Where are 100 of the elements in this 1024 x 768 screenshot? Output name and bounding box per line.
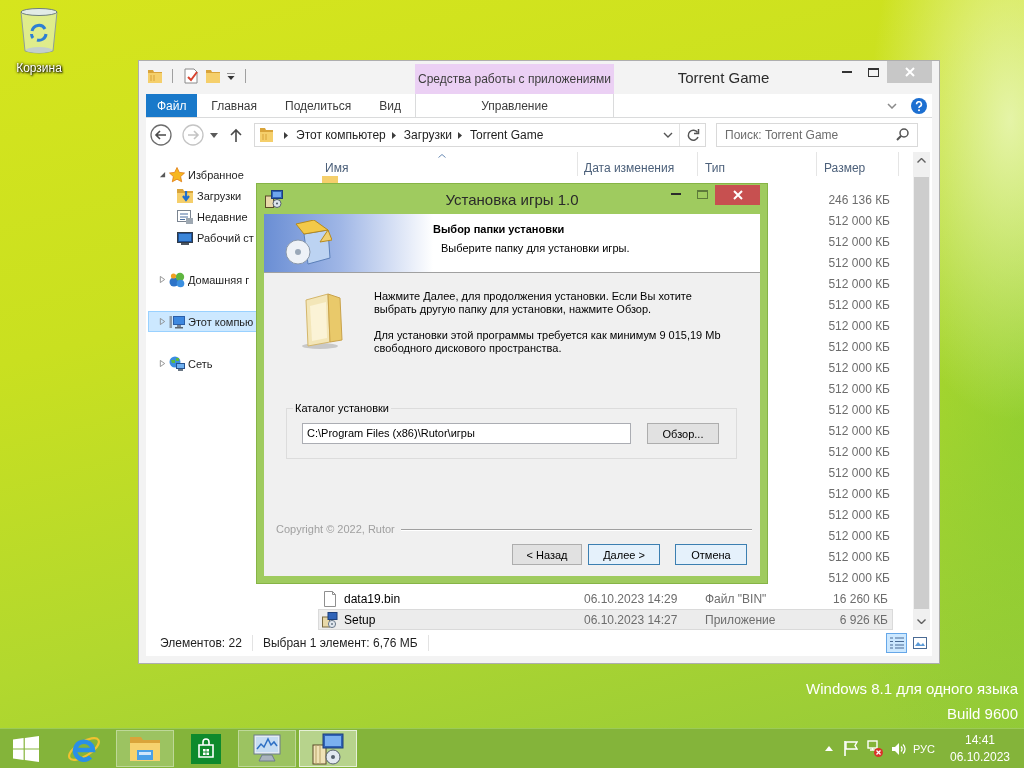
file-row[interactable]: 512 000 КБ <box>818 273 893 294</box>
file-row[interactable]: 512 000 КБ <box>818 294 893 315</box>
browse-button[interactable]: Обзор... <box>647 423 719 444</box>
ribbon-tab[interactable]: Главная <box>197 94 271 117</box>
nav-item[interactable]: Рабочий ст <box>148 227 306 248</box>
globe-monitor-icon <box>169 355 185 372</box>
selection-info: Выбран 1 элемент: 6,76 МБ <box>262 636 418 650</box>
nav-item[interactable]: Избранное <box>148 164 306 185</box>
next-button[interactable]: Далее > <box>588 544 660 565</box>
file-row[interactable]: 512 000 КБ <box>818 336 893 357</box>
package-disc-icon <box>265 190 283 208</box>
breadcrumb-item[interactable]: Этот компьютер <box>294 128 388 142</box>
folder-icon[interactable] <box>148 69 162 83</box>
breadcrumb-arrow-icon[interactable] <box>458 131 463 139</box>
item-count: Элементов: 22 <box>160 636 242 650</box>
scrollbar[interactable] <box>913 152 930 630</box>
desktop-icon-label: Корзина <box>16 61 62 75</box>
file-row[interactable]: 512 000 КБ <box>818 441 893 462</box>
size-cell: 6 926 КБ <box>839 612 888 627</box>
picture-view-icon <box>912 637 927 649</box>
search-icon[interactable] <box>896 128 909 141</box>
context-tab-header: Средства работы с приложениями <box>415 64 614 94</box>
file-row[interactable]: 512 000 КБ <box>818 504 893 525</box>
file-row[interactable]: 512 000 КБ <box>818 357 893 378</box>
file-row[interactable]: 512 000 КБ <box>818 567 893 588</box>
close-button[interactable] <box>715 185 760 205</box>
expand-arrow-icon[interactable] <box>159 171 166 178</box>
search-field[interactable]: Поиск: Torrent Game <box>716 123 918 147</box>
nav-item[interactable]: Домашняя г <box>148 269 306 290</box>
nav-item[interactable]: Сеть <box>148 353 306 374</box>
size-cell: 512 000 КБ <box>828 255 890 270</box>
file-row[interactable]: 512 000 КБ <box>818 525 893 546</box>
package-disc-icon <box>312 732 344 765</box>
edition-text: Windows 8.1 для одного языка <box>806 679 1018 699</box>
file-menu-button[interactable]: Файл <box>146 94 198 117</box>
file-row[interactable]: 512 000 КБ <box>818 378 893 399</box>
nav-item[interactable]: Недавние <box>148 206 306 227</box>
column-header[interactable]: Дата изменения <box>578 152 698 176</box>
scroll-up-icon[interactable] <box>917 158 926 163</box>
context-ribbon-tab[interactable]: Управление <box>415 94 614 117</box>
breadcrumb-arrow-icon[interactable] <box>391 131 396 139</box>
dialog-title: Установка игры 1.0 <box>445 190 579 208</box>
scrollbar-thumb[interactable] <box>914 177 929 609</box>
file-row[interactable]: 512 000 КБ <box>818 231 893 252</box>
checked-document-icon[interactable] <box>183 68 199 84</box>
size-cell: 512 000 КБ <box>828 465 890 480</box>
file-row[interactable]: 512 000 КБ <box>818 399 893 420</box>
column-header[interactable]: Тип <box>698 152 817 176</box>
instruction-text: Нажмите Далее, для продолжения установки. Если Вы хотите выбрать другую папку для установки, нажмите Обзор. <box>374 290 693 316</box>
cancel-button[interactable]: Отмена <box>675 544 747 565</box>
caret-down-icon[interactable] <box>227 72 235 80</box>
taskbar-button[interactable] <box>299 730 357 767</box>
file-row[interactable]: 246 136 КБ <box>818 189 893 210</box>
monitor-chart-icon <box>251 733 283 764</box>
date-cell: 06.10.2023 14:29 <box>584 591 678 606</box>
file-row[interactable]: 512 000 КБ <box>818 546 893 567</box>
size-cell: 512 000 КБ <box>828 444 890 459</box>
scroll-down-icon[interactable] <box>917 619 926 624</box>
recycle-bin-icon[interactable] <box>19 7 59 55</box>
four-panes-logo-icon <box>13 735 39 762</box>
download-folder-icon <box>177 187 193 204</box>
caret-up-icon <box>824 746 833 751</box>
nav-item[interactable]: Загрузки <box>148 185 306 206</box>
taskbar-button[interactable] <box>238 730 296 767</box>
file-row[interactable]: data19.bin 06.10.2023 14:29 Файл "BIN" 16 260 КБ <box>318 588 893 609</box>
file-row[interactable]: 512 000 КБ <box>818 462 893 483</box>
flag-icon <box>844 741 858 756</box>
file-row[interactable]: Setup 06.10.2023 14:27 Приложение 6 926 КБ <box>318 609 893 630</box>
breadcrumb-item[interactable]: Загрузки <box>401 128 455 142</box>
chevron-down-icon[interactable] <box>887 102 897 109</box>
file-row[interactable]: 512 000 КБ <box>818 420 893 441</box>
path-input[interactable]: C:\Program Files (x86)\Rutor\игры <box>302 423 631 444</box>
help-icon[interactable] <box>911 97 927 114</box>
ribbon-tab[interactable]: Поделиться <box>271 94 366 117</box>
close-icon <box>904 67 915 77</box>
back-button[interactable]: < Назад <box>512 544 582 565</box>
breadcrumb-arrow-icon[interactable] <box>284 131 288 139</box>
edition-text: Build 9600 <box>947 704 1018 724</box>
size-cell: 512 000 КБ <box>828 213 890 228</box>
ribbon-tab[interactable]: Вид <box>365 94 415 117</box>
file-row[interactable]: 512 000 КБ <box>818 483 893 504</box>
view-button[interactable] <box>886 633 907 653</box>
breadcrumb-item[interactable]: Torrent Game <box>468 128 546 142</box>
address-field[interactable]: Этот компьютер Загрузки Torrent Game <box>254 123 706 147</box>
column-header[interactable]: Размер <box>817 152 899 176</box>
folder-icon <box>259 127 273 143</box>
back-button[interactable] <box>150 124 172 146</box>
folder-icon[interactable] <box>206 69 220 83</box>
file-row[interactable]: 512 000 КБ <box>818 252 893 273</box>
chevron-down-icon[interactable] <box>663 132 673 138</box>
file-row[interactable]: 512 000 КБ <box>818 315 893 336</box>
folder-icon <box>129 734 161 763</box>
type-cell: Приложение <box>705 612 776 627</box>
file-row[interactable]: 512 000 КБ <box>818 210 893 231</box>
size-cell: 246 136 КБ <box>828 192 890 207</box>
size-cell: 512 000 КБ <box>828 234 890 249</box>
maximize-icon <box>868 67 879 77</box>
size-cell: 512 000 КБ <box>828 486 890 501</box>
monitor-error-icon <box>867 740 883 757</box>
refresh-icon <box>685 128 700 142</box>
